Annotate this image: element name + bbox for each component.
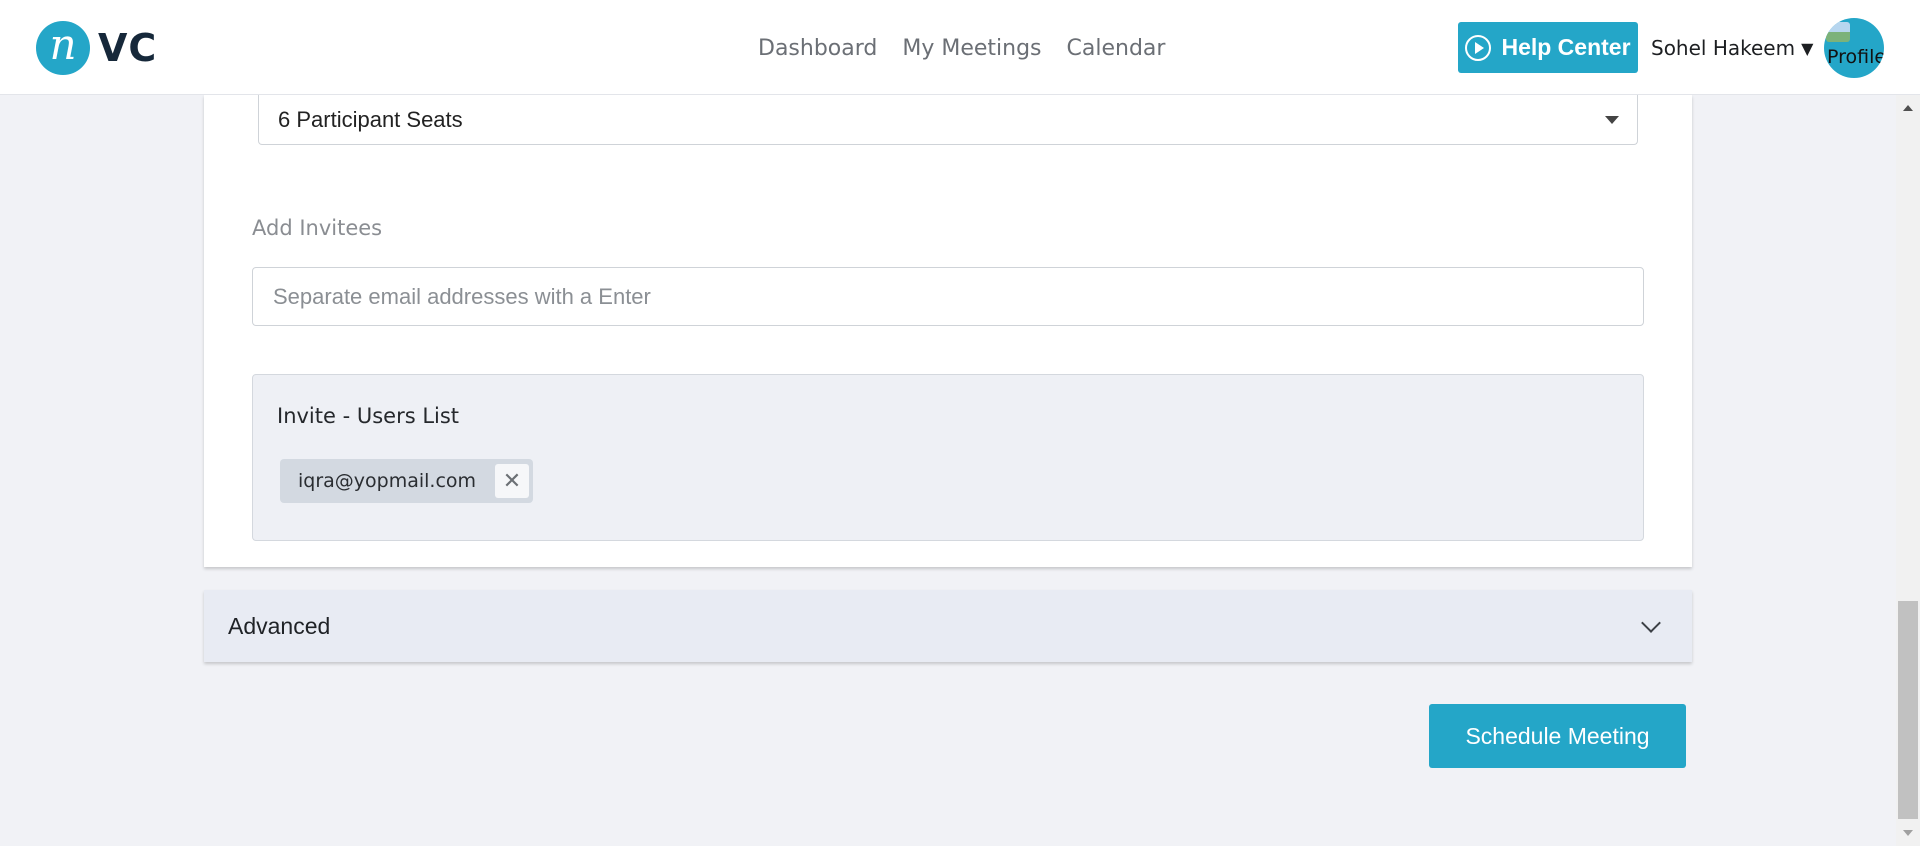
logo-mark: n <box>36 20 90 75</box>
select-caret-icon <box>1605 116 1619 124</box>
user-menu[interactable]: Sohel Hakeem ▼ <box>1651 36 1813 60</box>
caret-down-icon: ▼ <box>1801 38 1814 58</box>
advanced-label: Advanced <box>228 612 331 639</box>
invitee-email-input[interactable] <box>252 267 1644 326</box>
participant-seats-value: 6 Participant Seats <box>278 106 463 132</box>
nav-calendar[interactable]: Calendar <box>1067 36 1166 61</box>
play-circle-icon <box>1465 34 1492 61</box>
invitee-email: iqra@yopmail.com <box>298 470 477 492</box>
participant-seats-select[interactable]: 6 Participant Seats <box>258 95 1638 145</box>
invite-users-list: Invite - Users List iqra@yopmail.com ✕ <box>252 374 1644 541</box>
broken-image-icon <box>1826 22 1850 42</box>
user-name: Sohel Hakeem <box>1651 36 1796 60</box>
page-scrollbar[interactable] <box>1896 95 1920 846</box>
chevron-down-icon <box>1641 613 1661 633</box>
invitee-chip: iqra@yopmail.com ✕ <box>280 459 533 503</box>
schedule-meeting-button[interactable]: Schedule Meeting <box>1429 704 1686 768</box>
avatar-alt-text: Profile <box>1827 46 1884 68</box>
meeting-form-card: 6 Participant Seats Add Invitees Invite … <box>204 95 1692 567</box>
nav-dashboard[interactable]: Dashboard <box>758 36 877 61</box>
close-icon[interactable]: ✕ <box>495 464 529 498</box>
scrollbar-thumb[interactable] <box>1898 601 1918 819</box>
main-nav: Dashboard My Meetings Calendar <box>758 36 1165 61</box>
scroll-up-arrow-icon[interactable] <box>1903 105 1913 111</box>
help-center-button[interactable]: Help Center <box>1458 22 1638 73</box>
add-invitees-label: Add Invitees <box>252 216 383 240</box>
help-center-label: Help Center <box>1501 34 1631 60</box>
scroll-down-arrow-icon[interactable] <box>1903 830 1913 836</box>
nav-my-meetings[interactable]: My Meetings <box>902 36 1041 61</box>
app-logo[interactable]: n VC <box>36 20 157 75</box>
advanced-accordion[interactable]: Advanced <box>204 590 1692 662</box>
logo-text: VC <box>98 25 158 70</box>
users-list-title: Invite - Users List <box>277 404 460 428</box>
top-navbar: n VC Dashboard My Meetings Calendar Help… <box>0 0 1920 95</box>
avatar[interactable]: Profile <box>1824 18 1884 78</box>
